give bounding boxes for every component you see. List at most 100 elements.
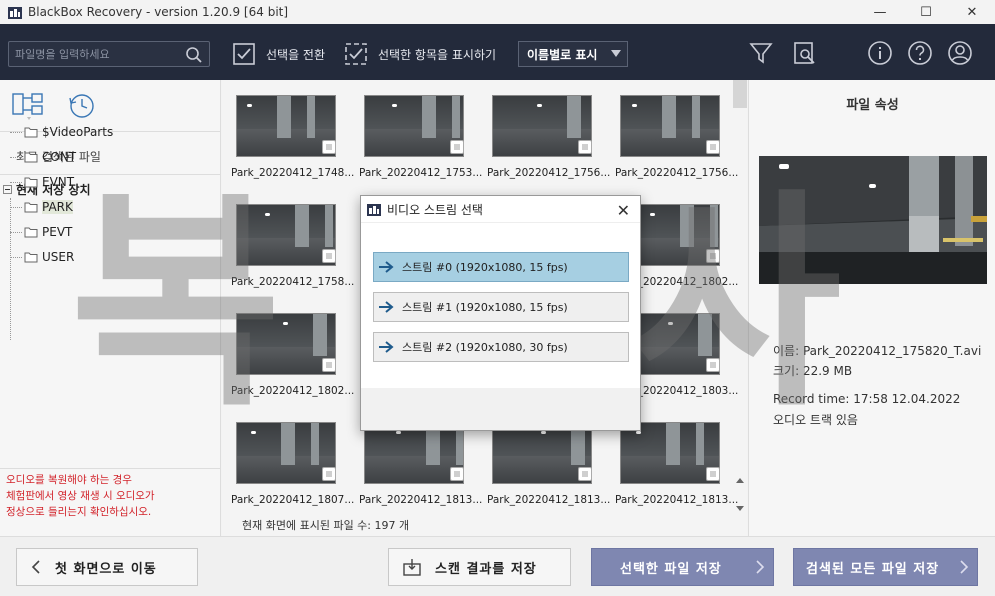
thumbnail-checkbox[interactable]	[578, 467, 592, 481]
scroll-down-arrow-icon[interactable]	[736, 506, 744, 511]
thumbnail-filename: Park_20220412_1758...	[231, 276, 355, 288]
file-thumbnail[interactable]: Park_20220412_1748...	[222, 80, 354, 179]
stream-option-1[interactable]: 스트림 #1 (1920x1080, 15 fps)	[373, 292, 629, 322]
help-icon[interactable]	[907, 40, 933, 66]
thumbnail-checkbox[interactable]	[322, 140, 336, 154]
save-scan-label: 스캔 결과를 저장	[435, 561, 537, 577]
thumbnail-checkbox[interactable]	[322, 249, 336, 263]
thumbnail-checkbox[interactable]	[706, 467, 720, 481]
thumbnail-image[interactable]	[620, 422, 720, 484]
thumbnail-image[interactable]	[236, 95, 336, 157]
maximize-button[interactable]: ☐	[903, 0, 949, 24]
thumbnail-image[interactable]	[620, 95, 720, 157]
home-button[interactable]: 첫 화면으로 이동	[16, 548, 198, 586]
tree-folder-item[interactable]: PARK	[10, 197, 73, 217]
tree-guide-line	[10, 256, 22, 258]
search-file-icon[interactable]	[792, 40, 818, 66]
tree-folder-item[interactable]: USER	[10, 247, 74, 267]
preview-frame	[759, 156, 987, 284]
thumbnail-image[interactable]	[492, 95, 592, 157]
tree-folder-item[interactable]: $VideoParts	[10, 122, 113, 142]
files-shown-count: 197 개	[374, 519, 410, 532]
stream-option-label: 스트림 #0 (1920x1080, 15 fps)	[402, 261, 568, 274]
thumbnail-checkbox[interactable]	[450, 467, 464, 481]
recent-history-tab-icon[interactable]	[68, 92, 96, 120]
dialog-close-button[interactable]: ✕	[617, 201, 630, 220]
filter-icon[interactable]	[748, 40, 774, 66]
stream-option-2[interactable]: 스트림 #2 (1920x1080, 30 fps)	[373, 332, 629, 362]
prop-size-key: 크기:	[773, 364, 800, 378]
file-thumbnail[interactable]: Park_20220412_1807...	[222, 407, 354, 506]
thumbnail-image[interactable]	[236, 204, 336, 266]
scroll-up-arrow-icon[interactable]	[736, 478, 744, 483]
thumbnail-checkbox[interactable]	[322, 467, 336, 481]
thumbnail-image[interactable]	[364, 95, 464, 157]
thumbnail-filename: Park_20220412_1802...	[231, 385, 355, 397]
toggle-selection-button[interactable]: 선택을 전환	[232, 42, 325, 66]
properties-title: 파일 속성	[846, 98, 899, 113]
files-shown-label: 현재 화면에 표시된 파일 수:	[242, 519, 372, 532]
chevron-left-icon	[31, 560, 40, 574]
user-account-icon[interactable]	[947, 40, 973, 66]
save-selected-label: 선택한 파일 저장	[620, 561, 722, 577]
folder-icon	[24, 202, 38, 213]
minimize-button[interactable]: —	[857, 0, 903, 24]
audio-notice-line: 오디오를 복원해야 하는 경우	[6, 474, 132, 486]
grid-scrollbar[interactable]	[733, 80, 747, 514]
app-logo-icon	[367, 204, 381, 216]
thumbnail-checkbox[interactable]	[706, 249, 720, 263]
search-input[interactable]	[9, 42, 179, 66]
thumbnail-image[interactable]	[492, 422, 592, 484]
tree-folder-label: EVNT	[42, 175, 75, 189]
thumbnail-filename: Park_20220412_1813...	[615, 494, 739, 506]
thumbnail-image[interactable]	[236, 422, 336, 484]
show-selected-button[interactable]: 선택한 항목을 표시하기	[344, 42, 496, 66]
info-icon[interactable]	[867, 40, 893, 66]
file-thumbnail[interactable]: Park_20220412_1753...	[350, 80, 482, 179]
audio-notice: 오디오를 복원해야 하는 경우 체험판에서 영상 재생 시 오디오가 정상으로 …	[6, 472, 155, 520]
thumbnail-checkbox[interactable]	[706, 140, 720, 154]
scrollbar-thumb[interactable]	[733, 80, 747, 108]
thumbnail-checkbox[interactable]	[322, 358, 336, 372]
file-thumbnail[interactable]: Park_20220412_1756...	[606, 80, 738, 179]
tree-guide-line	[10, 156, 22, 158]
thumbnail-filename: Park_20220412_1813...	[359, 494, 483, 506]
prop-size-value: 22.9 MB	[802, 364, 853, 378]
tree-view-tab-icon[interactable]	[12, 92, 46, 120]
stream-option-0[interactable]: 스트림 #0 (1920x1080, 15 fps)	[373, 252, 629, 282]
home-button-label: 첫 화면으로 이동	[55, 561, 157, 577]
file-thumbnail[interactable]: Park_20220412_1802...	[222, 298, 355, 397]
tree-folder-item[interactable]: CONT	[10, 147, 76, 167]
prop-name-key: 이름:	[773, 344, 800, 358]
tree-guide-line	[10, 181, 22, 183]
file-thumbnail[interactable]: Park_20220412_1758...	[222, 189, 355, 288]
tree-guide-line	[10, 131, 22, 133]
thumbnail-filename: Park_20220412_1756...	[487, 167, 611, 179]
thumbnail-checkbox[interactable]	[578, 140, 592, 154]
tree-folder-item[interactable]: PEVT	[10, 222, 72, 242]
folder-icon	[24, 227, 38, 238]
stream-option-label: 스트림 #1 (1920x1080, 15 fps)	[402, 301, 568, 314]
video-stream-dialog: 비디오 스트림 선택 ✕ 스트림 #0 (1920x1080, 15 fps) 스…	[360, 195, 641, 431]
video-preview[interactable]	[759, 156, 987, 284]
thumbnail-checkbox[interactable]	[450, 140, 464, 154]
close-window-button[interactable]: ✕	[949, 0, 995, 24]
bottom-bar: 첫 화면으로 이동 스캔 결과를 저장 선택한 파일 저장 검색된 모든 파일 …	[0, 536, 995, 596]
folder-icon	[24, 152, 38, 163]
thumbnail-image[interactable]	[236, 313, 336, 375]
folder-icon	[24, 252, 38, 263]
file-thumbnail[interactable]: Park_20220412_1756...	[478, 80, 611, 179]
search-icon[interactable]	[185, 46, 203, 64]
prop-name-value: Park_20220412_175820_T.avi	[802, 344, 982, 358]
view-mode-select[interactable]: 이름별로 표시	[518, 41, 628, 67]
save-scan-button[interactable]: 스캔 결과를 저장	[388, 548, 571, 586]
status-line: 현재 화면에 표시된 파일 수: 197 개	[242, 517, 409, 533]
thumbnail-image[interactable]	[364, 422, 464, 484]
prop-audio-note: 오디오 트랙 있음	[773, 413, 858, 427]
save-selected-button[interactable]: 선택한 파일 저장	[591, 548, 774, 586]
save-all-button[interactable]: 검색된 모든 파일 저장	[793, 548, 978, 586]
search-box	[8, 41, 210, 67]
tree-folder-item[interactable]: EVNT	[10, 172, 74, 192]
thumbnail-checkbox[interactable]	[706, 358, 720, 372]
tree-folder-label: CONT	[42, 150, 77, 164]
